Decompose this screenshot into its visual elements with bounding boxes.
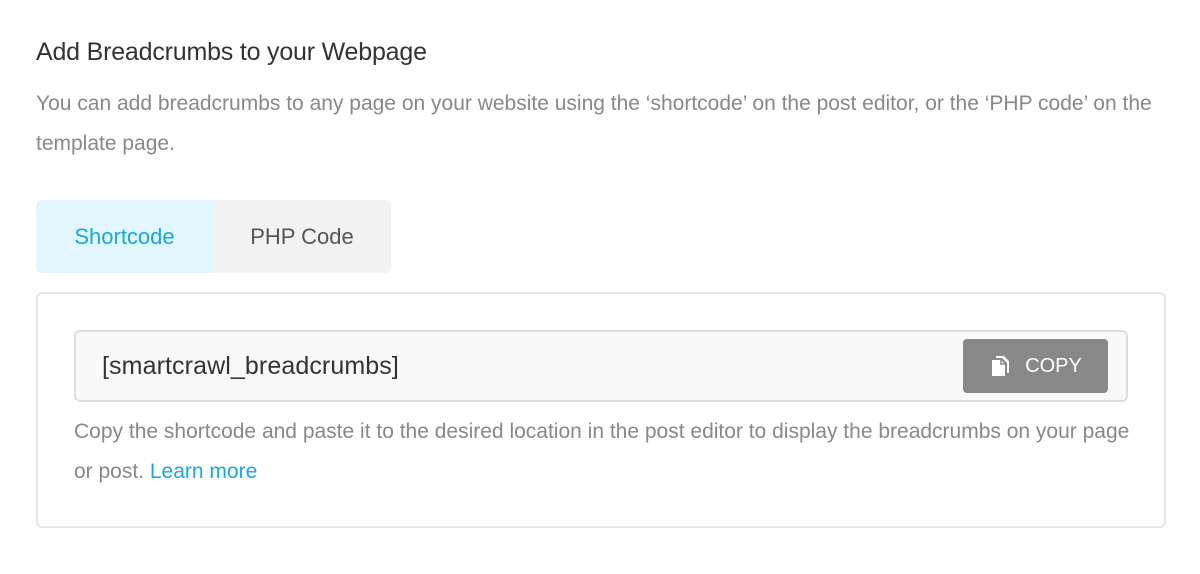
- shortcode-help-text: Copy the shortcode and paste it to the d…: [74, 412, 1134, 492]
- shortcode-panel: [smartcrawl_breadcrumbs] COPY Copy the s…: [36, 292, 1166, 528]
- section-title: Add Breadcrumbs to your Webpage: [36, 38, 427, 66]
- learn-more-link[interactable]: Learn more: [150, 460, 257, 483]
- tab-php-code[interactable]: PHP Code: [213, 200, 391, 273]
- shortcode-value[interactable]: [smartcrawl_breadcrumbs]: [102, 352, 399, 381]
- code-type-tabs: Shortcode PHP Code: [36, 200, 391, 273]
- copy-button[interactable]: COPY: [963, 339, 1108, 393]
- copy-button-label: COPY: [1025, 354, 1082, 377]
- shortcode-field[interactable]: [smartcrawl_breadcrumbs] COPY: [74, 330, 1128, 402]
- section-description: You can add breadcrumbs to any page on y…: [36, 92, 1152, 155]
- breadcrumbs-settings-section: Add Breadcrumbs to your Webpage You can …: [0, 0, 1200, 574]
- copy-icon: [989, 354, 1011, 378]
- tab-shortcode[interactable]: Shortcode: [36, 200, 213, 273]
